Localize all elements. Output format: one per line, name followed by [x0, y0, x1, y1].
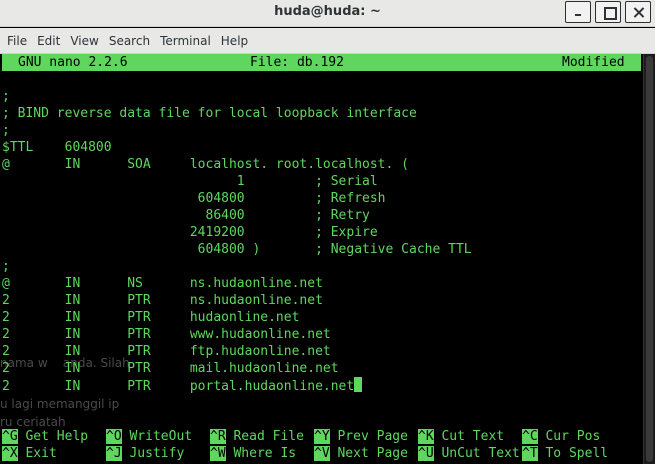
file-line: 2 IN PTR www.hudaonline.net — [2, 327, 331, 342]
file-line: ; — [2, 123, 10, 138]
window-title: huda@huda: ~ — [274, 4, 381, 19]
shortcut-next-page[interactable]: ^V Next Page — [314, 445, 408, 462]
nano-status-bar: GNU nano 2.2.6 File: db.192 Modified — [2, 54, 641, 71]
nano-filename: File: db.192 — [250, 55, 344, 70]
nano-modified-flag: Modified — [562, 55, 625, 70]
file-line: @ IN SOA localhost. root.localhost. ( — [2, 157, 409, 172]
close-icon[interactable] — [625, 1, 651, 23]
menu-bar: File Edit View Search Terminal Help — [0, 28, 655, 54]
file-line: 2 IN PTR hudaonline.net — [2, 310, 300, 325]
minimize-icon[interactable] — [565, 1, 591, 23]
terminal-scrollbar[interactable] — [643, 54, 655, 464]
file-line: @ IN NS ns.hudaonline.net — [2, 276, 323, 291]
file-line: 2 IN PTR mail.hudaonline.net — [2, 361, 339, 376]
shortcut-uncut-text[interactable]: ^U UnCut Text — [418, 445, 520, 462]
shortcut-read-file[interactable]: ^R Read File — [210, 428, 304, 445]
file-line: $TTL 604800 — [2, 140, 112, 155]
shortcut-where-is[interactable]: ^W Where Is — [210, 445, 296, 462]
scrollbar-thumb[interactable] — [646, 56, 653, 462]
nano-version: GNU nano 2.2.6 — [18, 55, 128, 70]
file-line: 604800 ; Refresh — [2, 191, 386, 206]
window-controls — [565, 0, 655, 27]
shortcut-get-help[interactable]: ^G Get Help — [2, 428, 88, 445]
file-line: 2 IN PTR ns.hudaonline.net — [2, 293, 323, 308]
file-line-text: 2 IN PTR portal.hudaonline.net — [2, 379, 355, 394]
text-cursor — [354, 377, 363, 392]
file-line: ; — [2, 89, 10, 104]
menu-help[interactable]: Help — [216, 34, 253, 48]
file-line: 2 IN PTR ftp.hudaonline.net — [2, 344, 331, 359]
shortcut-writeout[interactable]: ^O WriteOut — [106, 428, 192, 445]
file-line: 1 ; Serial — [2, 174, 378, 189]
shortcut-exit[interactable]: ^X Exit — [2, 445, 57, 462]
shortcut-cut-text[interactable]: ^K Cut Text — [418, 428, 504, 445]
menu-search[interactable]: Search — [104, 34, 155, 48]
title-bar: huda@huda: ~ — [0, 0, 655, 27]
menu-view[interactable]: View — [65, 34, 103, 48]
file-line: ; — [2, 259, 10, 274]
shortcut-justify[interactable]: ^J Justify — [106, 445, 184, 462]
shortcut-prev-page[interactable]: ^Y Prev Page — [314, 428, 408, 445]
shortcut-cur-pos[interactable]: ^C Cur Pos — [522, 428, 600, 445]
menu-terminal[interactable]: Terminal — [155, 34, 216, 48]
file-line: 604800 ) ; Negative Cache TTL — [2, 242, 472, 257]
file-line: 2419200 ; Expire — [2, 225, 378, 240]
maximize-icon[interactable] — [595, 1, 621, 23]
terminal-area[interactable]: GNU nano 2.2.6 File: db.192 Modified nam… — [0, 54, 643, 464]
file-line: 86400 ; Retry — [2, 208, 370, 223]
background-text: u lagi memanggil ip — [0, 397, 120, 411]
file-line-current: 2 IN PTR portal.hudaonline.net — [2, 377, 363, 394]
shortcut-to-spell[interactable]: ^T To Spell — [522, 445, 608, 462]
file-line: ; BIND reverse data file for local loopb… — [2, 106, 417, 121]
menu-file[interactable]: File — [2, 34, 32, 48]
menu-edit[interactable]: Edit — [32, 34, 65, 48]
